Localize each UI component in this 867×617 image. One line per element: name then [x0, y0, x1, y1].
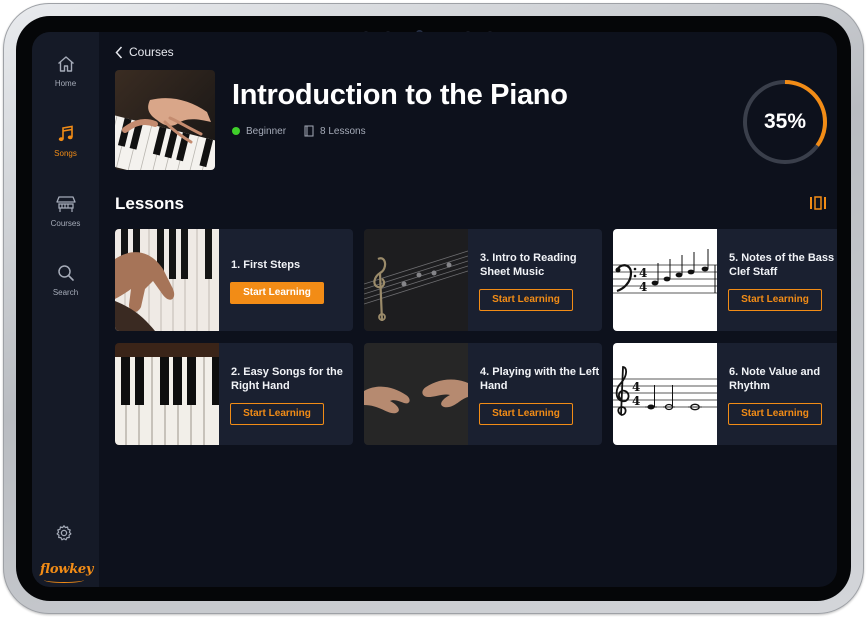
lesson-thumbnail [115, 343, 219, 445]
back-label: Courses [129, 45, 174, 59]
start-learning-button[interactable]: Start Learning [728, 289, 822, 311]
lesson-card[interactable]: 1. First Steps Start Learning [115, 229, 353, 331]
view-toggle-button[interactable] [809, 196, 827, 215]
lesson-card[interactable]: 3. Intro to Reading Sheet Music Start Le… [364, 229, 602, 331]
level-label: Beginner [246, 125, 287, 137]
back-to-courses[interactable]: Courses [115, 45, 174, 59]
nav-label-songs: Songs [54, 149, 77, 158]
svg-text:4: 4 [632, 380, 640, 394]
piano-hand-image [115, 229, 219, 331]
course-cover-image [115, 70, 215, 170]
lesson-title: 2. Easy Songs for the Right Hand [231, 366, 343, 392]
lesson-title: 6. Note Value and Rhythm [729, 366, 821, 392]
piano-keys-image [115, 343, 219, 445]
main-content: Courses Introduction to the Piano Beginn… [99, 32, 837, 587]
nav-item-search[interactable]: Search [32, 263, 99, 297]
lesson-card[interactable]: 4 4 5. Notes of the Bass Clef Staff Star [613, 229, 837, 331]
search-icon [57, 265, 74, 281]
music-note-icon [58, 125, 73, 142]
treble-clef-key-image [364, 229, 468, 331]
lesson-thumbnail: 4 4 [613, 229, 717, 331]
course-title: Introduction to the Piano [232, 79, 568, 111]
treble-staff-image: 4 4 [613, 343, 717, 445]
lesson-card[interactable]: 4. Playing with the Left Hand Start Lear… [364, 343, 602, 445]
course-progress-ring: 35% [740, 77, 830, 167]
svg-text:4: 4 [632, 394, 640, 408]
svg-text:4: 4 [639, 266, 647, 280]
lesson-thumbnail [115, 229, 219, 331]
lesson-title: 4. Playing with the Left Hand [480, 366, 600, 392]
lesson-thumbnail [364, 229, 468, 331]
start-learning-button[interactable]: Start Learning [230, 282, 324, 304]
list-view-icon [810, 196, 826, 210]
start-learning-button[interactable]: Start Learning [728, 403, 822, 425]
svg-text:4: 4 [639, 280, 647, 294]
nav-item-courses[interactable]: Courses [32, 194, 99, 228]
nav-item-home[interactable]: Home [32, 54, 99, 88]
start-learning-button[interactable]: Start Learning [230, 403, 324, 425]
piano-hands-illustration [115, 70, 215, 170]
lessons-heading: Lessons [115, 194, 184, 213]
level-indicator [232, 127, 240, 135]
flowkey-logo: flowkey [40, 562, 94, 577]
app-screen: Home Songs Courses Search flowkey Course… [32, 32, 837, 587]
nav-label-search: Search [52, 288, 79, 297]
bass-clef-staff-image: 4 4 [613, 229, 717, 331]
lesson-card[interactable]: 2. Easy Songs for the Right Hand Start L… [115, 343, 353, 445]
nav-label-home: Home [54, 79, 77, 88]
lesson-thumbnail: 4 4 [613, 343, 717, 445]
lesson-title: 3. Intro to Reading Sheet Music [480, 252, 577, 278]
start-learning-button[interactable]: Start Learning [479, 289, 573, 311]
hands-image [364, 343, 468, 445]
lesson-title: 1. First Steps [231, 259, 301, 271]
lesson-card[interactable]: 4 4 6. Note Value and Rhythm Start Learn… [613, 343, 837, 445]
lesson-title: 5. Notes of the Bass Clef Staff [729, 252, 835, 278]
lesson-thumbnail [364, 343, 468, 445]
logo-swoosh [44, 577, 84, 583]
chevron-left-icon [115, 45, 123, 59]
nav-item-songs[interactable]: Songs [32, 124, 99, 158]
course-meta: Beginner 8 Lessons [232, 125, 366, 137]
sidebar: Home Songs Courses Search flowkey [32, 32, 99, 587]
gear-icon [56, 525, 72, 541]
lessons-count: 8 Lessons [304, 125, 366, 137]
home-icon [57, 56, 74, 72]
start-learning-button[interactable]: Start Learning [479, 403, 573, 425]
settings-button[interactable] [55, 524, 73, 547]
courses-icon [55, 196, 76, 212]
book-icon [304, 125, 314, 137]
lessons-count-label: 8 Lessons [320, 125, 366, 137]
progress-percent: 35% [763, 110, 807, 133]
nav-label-courses: Courses [50, 219, 81, 228]
